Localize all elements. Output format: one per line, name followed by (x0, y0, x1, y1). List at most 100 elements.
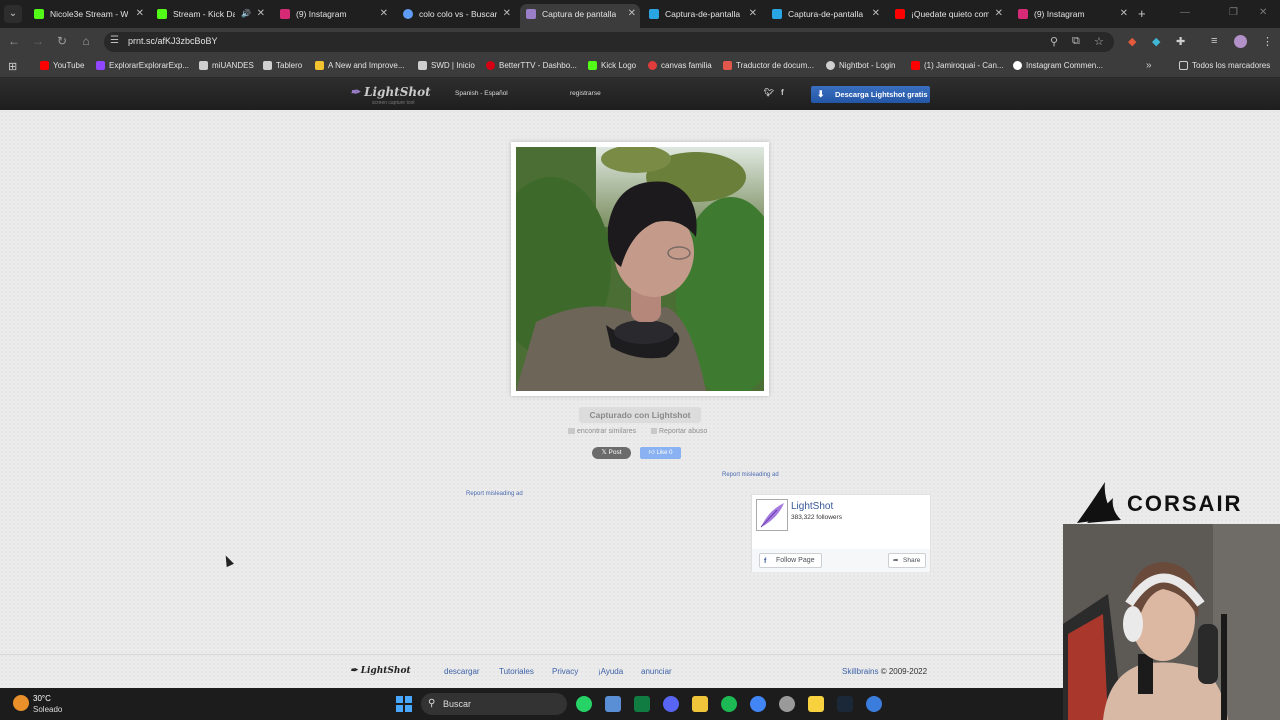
zoom-icon[interactable]: ⚲ (1050, 35, 1058, 48)
discord-icon[interactable] (663, 696, 679, 712)
lightshot-logo[interactable]: ✒ LightShot (350, 85, 431, 99)
file-explorer-icon[interactable] (692, 696, 708, 712)
bookmark-nightbot[interactable]: Nightbot - Login (826, 61, 895, 70)
install-app-icon[interactable]: ⧉ (1072, 35, 1080, 48)
bookmark-swd[interactable]: SWD | Inicio (418, 61, 475, 70)
obs-icon[interactable] (779, 696, 795, 712)
footer-link-tutoriales[interactable]: Tutoriales (499, 667, 534, 676)
bookmark-canvas[interactable]: canvas familia (648, 61, 712, 70)
close-icon[interactable]: ✕ (872, 4, 880, 24)
tab-9[interactable]: (9) Instagram ✕ (1012, 4, 1132, 28)
windows-start-icon[interactable] (396, 696, 412, 712)
report-ad-link[interactable]: Report misleading ad (722, 472, 779, 478)
more-bookmarks-icon[interactable]: » (1146, 60, 1152, 71)
tab-1[interactable]: Nicole3e Stream - W ✕ (28, 4, 148, 28)
register-link[interactable]: registrarse (570, 90, 601, 97)
bookmark-traductor[interactable]: Traductor de docum... (723, 61, 814, 70)
weather-condition[interactable]: Soleado (33, 705, 62, 714)
find-similar-link[interactable]: encontrar similares (568, 428, 636, 435)
restore-icon[interactable]: ❐ (1229, 7, 1238, 18)
tab-4[interactable]: colo colo vs - Buscar ✕ (397, 4, 515, 28)
extension-icon[interactable]: ◆ (1152, 35, 1160, 48)
share-button[interactable]: ➦ Share (888, 553, 927, 568)
footer-logo[interactable]: ✒ LightShot (350, 666, 411, 676)
bookmark-kick-logo[interactable]: Kick Logo (588, 61, 636, 70)
facebook-icon[interactable]: f (781, 88, 784, 97)
minimize-icon[interactable]: — (1180, 7, 1190, 18)
reading-list-icon[interactable]: ≡ (1211, 35, 1217, 47)
lightshot-page-avatar[interactable] (756, 499, 788, 531)
like-label: Like 0 (656, 450, 673, 456)
site-info-icon[interactable]: ☰ (110, 35, 119, 46)
extensions-puzzle-icon[interactable]: ✚ (1176, 35, 1185, 48)
tab-search-button[interactable]: ⌄ (4, 5, 22, 23)
tab-2[interactable]: Stream - Kick Da 🔊 ✕ (151, 4, 269, 28)
footer-link-descargar[interactable]: descargar (444, 667, 480, 676)
bookmark-youtube[interactable]: YouTube (40, 61, 84, 70)
app-icon[interactable] (866, 696, 882, 712)
footer-copyright: Skillbrains © 2009-2022 (842, 667, 927, 676)
tab-3[interactable]: (9) Instagram ✕ (274, 4, 392, 28)
close-icon[interactable]: ✕ (628, 4, 636, 24)
close-icon[interactable]: ✕ (1120, 4, 1128, 24)
new-tab-button[interactable]: + (1138, 6, 1146, 21)
close-icon[interactable]: ✕ (995, 4, 1003, 24)
address-bar[interactable]: ☰ prnt.sc/afKJ3zbcBoBY ⚲ ⧉ ☆ (104, 32, 1114, 52)
fb-page-name[interactable]: LightShot (791, 501, 833, 512)
tab-7[interactable]: Captura-de-pantalla ✕ (766, 4, 884, 28)
language-selector[interactable]: Spanish - Español (455, 90, 508, 97)
bookmark-jamiroquai[interactable]: (1) Jamiroquai - Can... (911, 61, 1004, 70)
extension-icon[interactable]: ◆ (1128, 35, 1136, 48)
close-icon[interactable]: ✕ (136, 4, 144, 24)
sticky-notes-icon[interactable] (808, 696, 824, 712)
excel-icon[interactable] (634, 696, 650, 712)
chrome-icon[interactable] (750, 696, 766, 712)
taskbar-search[interactable]: ⚲ Buscar (421, 693, 567, 715)
window-close-icon[interactable]: ✕ (1259, 7, 1267, 18)
footer-link-ayuda[interactable]: ¡Ayuda (598, 667, 623, 676)
tab-8[interactable]: ¡Quedate quieto com ✕ (889, 4, 1007, 28)
weather-sun-icon[interactable] (13, 695, 29, 711)
captured-with-lightshot-button[interactable]: Capturado con Lightshot (579, 407, 701, 423)
weather-temperature[interactable]: 30°C (33, 694, 51, 703)
bookmark-label: Kick Logo (601, 61, 637, 70)
back-icon[interactable]: ← (6, 34, 22, 48)
tab-label: Captura de pantalla (542, 9, 617, 19)
report-ad-link[interactable]: Report misleading ad (466, 491, 523, 497)
bookmark-miuandes[interactable]: miUANDES (199, 61, 254, 70)
twitter-icon[interactable]: 🐦︎ (764, 88, 774, 97)
close-icon[interactable]: ✕ (503, 4, 511, 24)
reload-icon[interactable]: ↻ (54, 34, 70, 48)
screenshot-image[interactable] (516, 147, 764, 391)
skillbrains-link[interactable]: Skillbrains (842, 667, 878, 676)
home-icon[interactable]: ⌂ (78, 34, 94, 48)
apps-grid-icon[interactable]: ⊞ (8, 60, 17, 73)
close-icon[interactable]: ✕ (380, 4, 388, 24)
bookmark-betterttv[interactable]: BetterTTV - Dashbo... (486, 61, 577, 70)
speaker-icon[interactable]: 🔊 (241, 4, 251, 24)
profile-avatar[interactable] (1234, 35, 1247, 48)
bookmark-new-improved[interactable]: A New and Improve... (315, 61, 404, 70)
tab-5-active[interactable]: Captura de pantalla ✕ (520, 4, 640, 28)
bookmark-tablero[interactable]: Tablero (263, 61, 302, 70)
bookmark-star-icon[interactable]: ☆ (1094, 35, 1104, 48)
forward-icon[interactable]: → (30, 34, 46, 48)
report-abuse-link[interactable]: Reportar abuso (651, 428, 707, 435)
footer-link-anunciar[interactable]: anunciar (641, 667, 672, 676)
tab-6[interactable]: Captura-de-pantalla ✕ (643, 4, 761, 28)
spotify-icon[interactable] (721, 696, 737, 712)
bookmark-twitch[interactable]: ExplorarExplorarExp... (96, 61, 189, 70)
facebook-like-button[interactable]: 👍︎ Like 0 (640, 447, 681, 459)
steam-icon[interactable] (837, 696, 853, 712)
menu-kebab-icon[interactable]: ⋮ (1262, 35, 1273, 48)
follow-page-button[interactable]: f Follow Page (759, 553, 822, 568)
notepad-icon[interactable] (605, 696, 621, 712)
download-button[interactable]: ⬇ Descarga Lightshot gratis (811, 86, 930, 103)
all-bookmarks-folder[interactable]: Todos los marcadores (1179, 61, 1270, 70)
close-icon[interactable]: ✕ (257, 4, 265, 24)
x-post-button[interactable]: 𝕏 Post (592, 447, 631, 459)
close-icon[interactable]: ✕ (749, 4, 757, 24)
footer-link-privacy[interactable]: Privacy (552, 667, 578, 676)
whatsapp-icon[interactable] (576, 696, 592, 712)
bookmark-instagram-comments[interactable]: Instagram Commen... (1013, 61, 1103, 70)
